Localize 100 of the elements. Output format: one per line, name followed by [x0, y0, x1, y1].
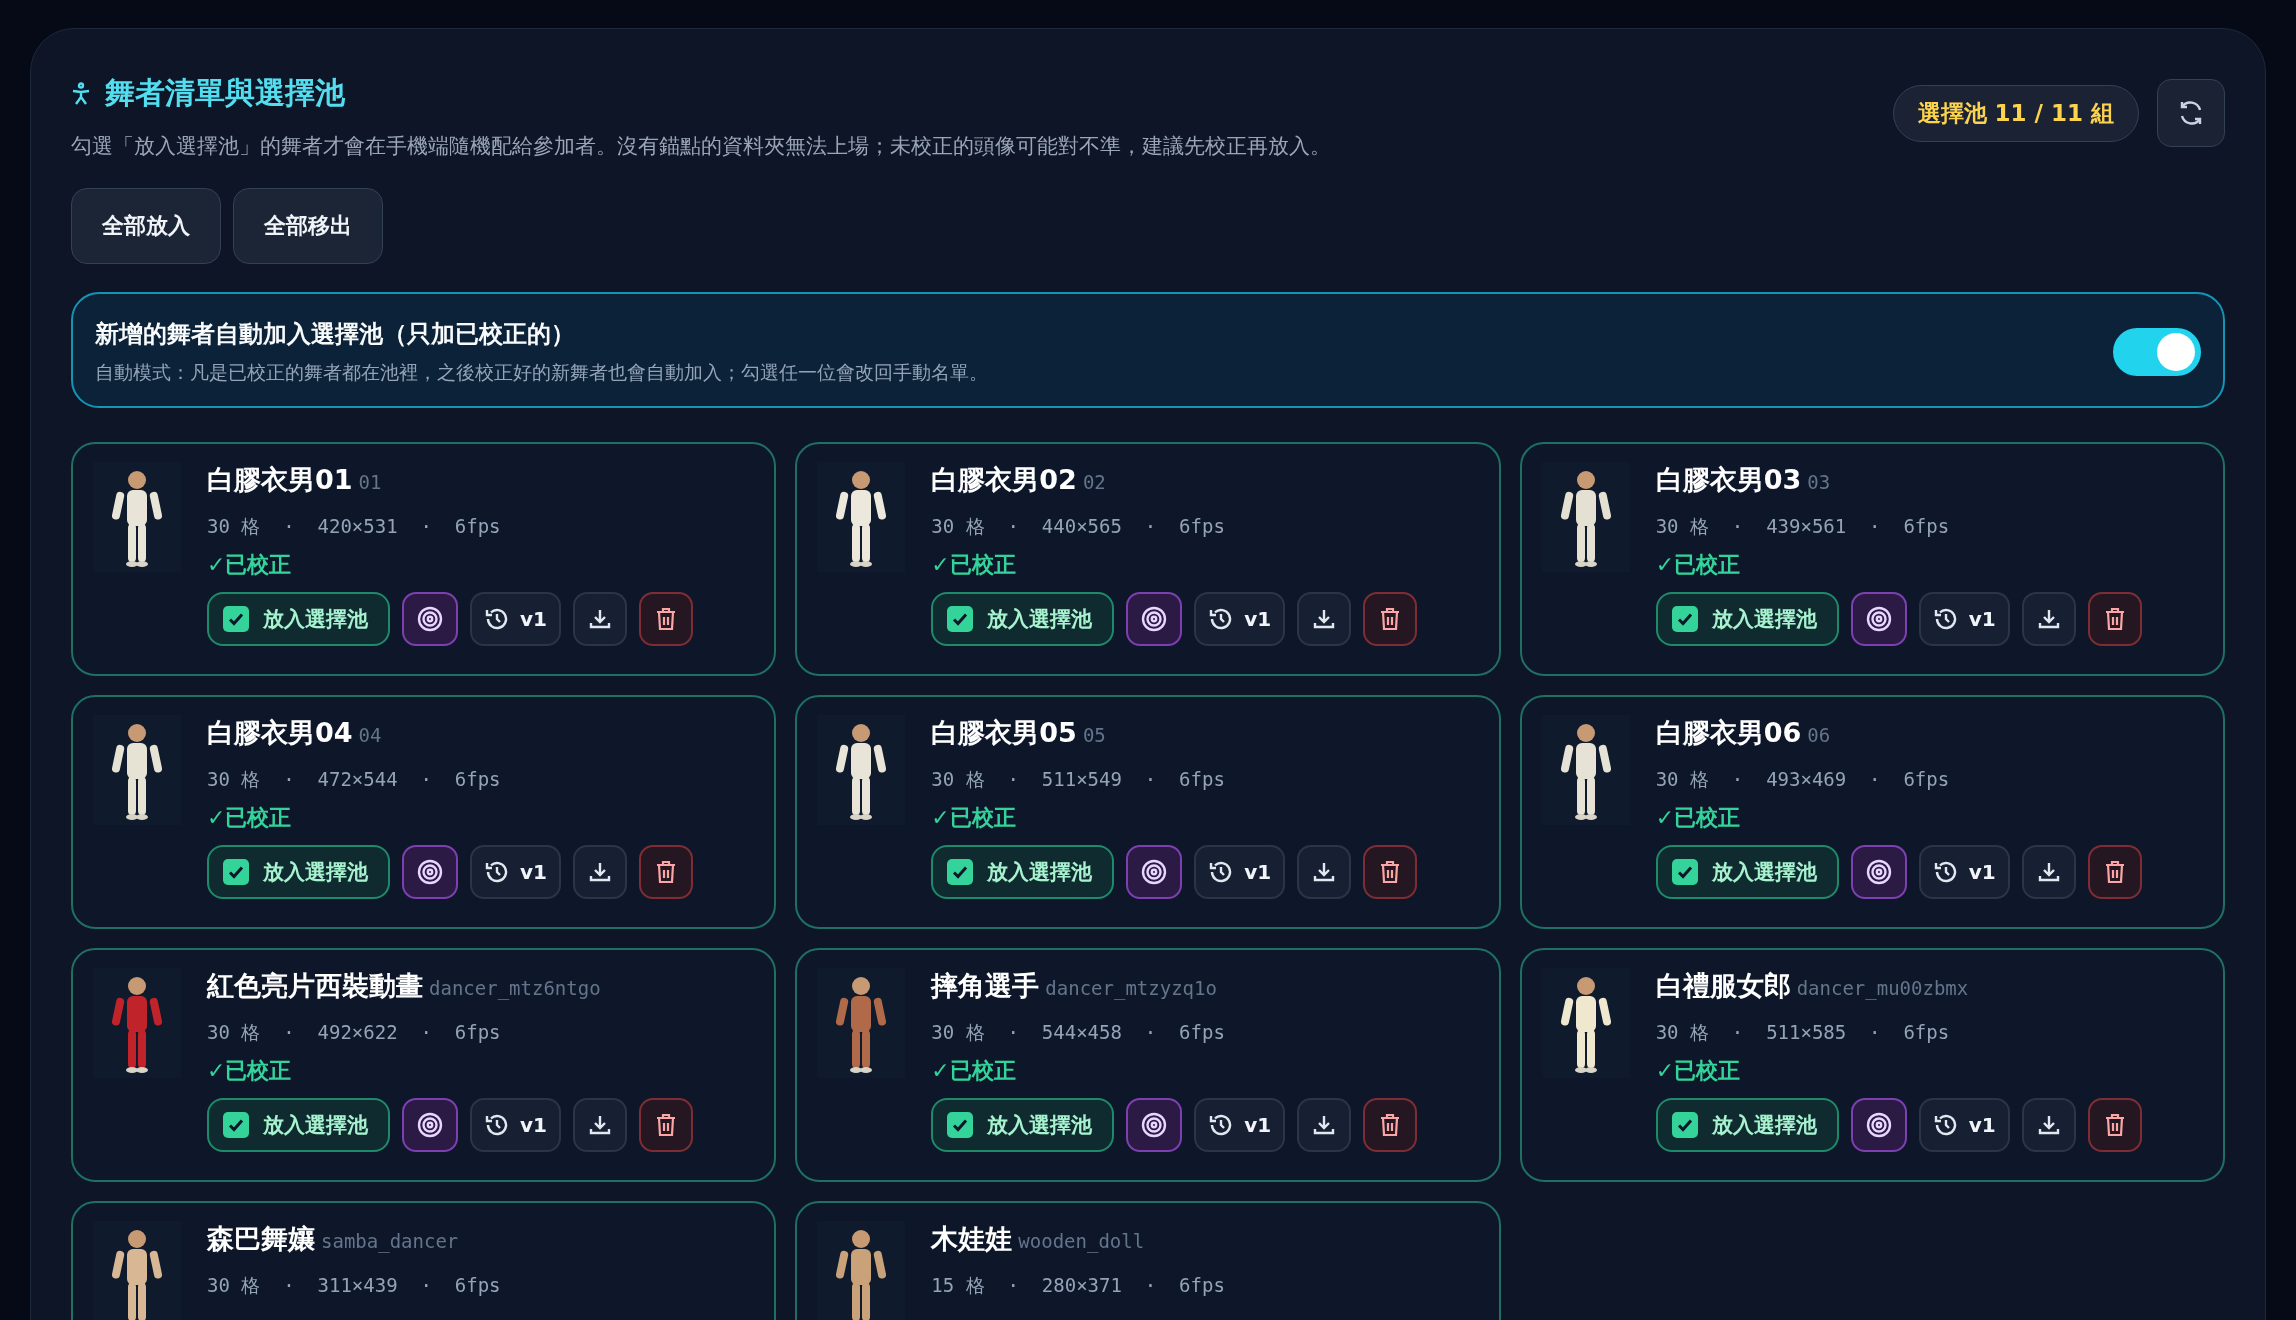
target-icon	[1140, 858, 1169, 886]
dancer-meta: 30 格 · 420×531 · 6fps	[207, 514, 502, 539]
delete-button[interactable]	[638, 592, 693, 646]
dancer-id: wooden_doll	[1018, 1230, 1145, 1252]
version-button[interactable]: v1	[1194, 845, 1286, 899]
version-button[interactable]: v1	[1194, 1098, 1286, 1152]
auto-add-title: 新增的舞者自動加入選擇池（只加已校正的）	[95, 319, 576, 350]
dancer-name: 森巴舞孃	[207, 1222, 315, 1256]
history-icon	[1932, 1112, 1959, 1138]
dancer-id: 01	[358, 471, 382, 493]
version-button[interactable]: v1	[1918, 592, 2010, 646]
dancer-name: 白膠衣男04	[207, 716, 353, 750]
dancer-name: 木娃娃	[931, 1222, 1013, 1256]
dancer-name: 白膠衣男02	[931, 463, 1077, 497]
dancer-name: 紅色亮片西裝動畫	[207, 969, 423, 1003]
download-button[interactable]	[2021, 1098, 2076, 1152]
download-button[interactable]	[1297, 592, 1352, 646]
dancer-id: 02	[1082, 471, 1106, 493]
version-button[interactable]: v1	[1918, 1098, 2010, 1152]
toggle-switch[interactable]	[2113, 328, 2201, 376]
dancer-meta: 30 格 · 440×565 · 6fps	[931, 514, 1226, 539]
download-button[interactable]	[572, 1098, 627, 1152]
dancer-name: 白膠衣男03	[1655, 463, 1802, 497]
page-title: 舞者清單與選擇池	[105, 74, 345, 112]
delete-button[interactable]	[2087, 592, 2142, 646]
version-button[interactable]: v1	[470, 1098, 561, 1152]
target-icon	[1864, 1111, 1893, 1139]
dancer-meta: 30 格 · 439×561 · 6fps	[1655, 514, 1951, 539]
dancer-id: dancer_mu00zbmx	[1796, 977, 1969, 999]
target-icon	[1140, 605, 1169, 633]
dancer-meta: 30 格 · 472×544 · 6fps	[207, 767, 502, 792]
dancer-id: dancer_mtzyzq1o	[1045, 977, 1217, 999]
pool-checkbox[interactable]: 放入選擇池	[1655, 845, 1839, 899]
pool-checkbox[interactable]: 放入選擇池	[931, 1098, 1115, 1152]
dancer-meta: 30 格 · 311×439 · 6fps	[207, 1273, 501, 1298]
target-icon	[416, 605, 444, 633]
target-icon	[416, 1111, 444, 1139]
pool-checkbox[interactable]: 放入選擇池	[1655, 1098, 1839, 1152]
download-button[interactable]	[1297, 1098, 1352, 1152]
target-button[interactable]	[402, 592, 458, 646]
history-icon	[484, 1112, 510, 1138]
target-icon	[1864, 858, 1893, 886]
dancer-meta: 30 格 · 493×469 · 6fps	[1655, 767, 1951, 792]
target-button[interactable]	[1850, 845, 1907, 899]
version-button[interactable]: v1	[470, 592, 561, 646]
pool-checkbox[interactable]: 放入選擇池	[931, 845, 1115, 899]
target-button[interactable]	[402, 1098, 458, 1152]
pool-checkbox[interactable]: 放入選擇池	[931, 592, 1115, 646]
bulk-button[interactable]: 全部移出	[233, 188, 383, 264]
pool-checkbox[interactable]: 放入選擇池	[1655, 592, 1839, 646]
calibration-status: ✓已校正	[207, 1057, 293, 1085]
calibration-status: ✓已校正	[1655, 1057, 1742, 1085]
history-icon	[1932, 859, 1959, 885]
dancer-id: 06	[1807, 724, 1831, 746]
download-button[interactable]	[1297, 845, 1352, 899]
pool-checkbox[interactable]: 放入選擇池	[207, 592, 390, 646]
target-button[interactable]	[1850, 1098, 1907, 1152]
auto-add-description: 自動模式：凡是已校正的舞者都在池裡，之後校正好的新舞者也會自動加入；勾選任一位會改回手動名單。	[95, 360, 988, 385]
pool-count-badge: 選擇池 11 / 11 組	[1892, 84, 2139, 142]
dancer-id: samba_dancer	[321, 1230, 459, 1252]
target-icon	[1864, 605, 1893, 633]
delete-button[interactable]	[1363, 845, 1418, 899]
download-button[interactable]	[2021, 592, 2076, 646]
dancer-name: 摔角選手	[931, 969, 1040, 1003]
delete-button[interactable]	[2087, 1098, 2142, 1152]
dancer-id: dancer_mtz6ntgo	[429, 977, 601, 999]
pool-checkbox[interactable]: 放入選擇池	[207, 845, 390, 899]
download-button[interactable]	[572, 845, 627, 899]
target-icon	[416, 858, 444, 886]
dancer-meta: 30 格 · 511×585 · 6fps	[1655, 1020, 1951, 1045]
version-button[interactable]: v1	[1918, 845, 2010, 899]
calibration-status: ✓已校正	[931, 804, 1017, 832]
delete-button[interactable]	[2087, 845, 2142, 899]
download-button[interactable]	[2021, 845, 2076, 899]
calibration-status: ✓已校正	[931, 1057, 1017, 1085]
dancer-name: 白膠衣男05	[931, 716, 1077, 750]
target-button[interactable]	[1126, 592, 1183, 646]
version-button[interactable]: v1	[1194, 592, 1286, 646]
history-icon	[1932, 606, 1959, 632]
dancer-id: 05	[1082, 724, 1106, 746]
target-button[interactable]	[1126, 1098, 1183, 1152]
bulk-button[interactable]: 全部放入	[71, 188, 221, 264]
refresh-button[interactable]	[2157, 79, 2225, 147]
version-button[interactable]: v1	[470, 845, 561, 899]
dancer-meta: 30 格 · 492×622 · 6fps	[207, 1020, 502, 1045]
pool-checkbox[interactable]: 放入選擇池	[207, 1098, 390, 1152]
delete-button[interactable]	[638, 845, 693, 899]
target-button[interactable]	[1850, 592, 1907, 646]
delete-button[interactable]	[1363, 592, 1418, 646]
delete-button[interactable]	[1363, 1098, 1418, 1152]
delete-button[interactable]	[638, 1098, 693, 1152]
calibration-status: ✓已校正	[207, 551, 293, 579]
dancer-meta: 30 格 · 511×549 · 6fps	[931, 767, 1226, 792]
accessibility-icon	[71, 81, 91, 106]
target-button[interactable]	[402, 845, 458, 899]
target-icon	[1140, 1111, 1169, 1139]
download-button[interactable]	[572, 592, 627, 646]
target-button[interactable]	[1126, 845, 1183, 899]
history-icon	[484, 606, 510, 632]
calibration-status: ✓已校正	[1655, 551, 1742, 579]
